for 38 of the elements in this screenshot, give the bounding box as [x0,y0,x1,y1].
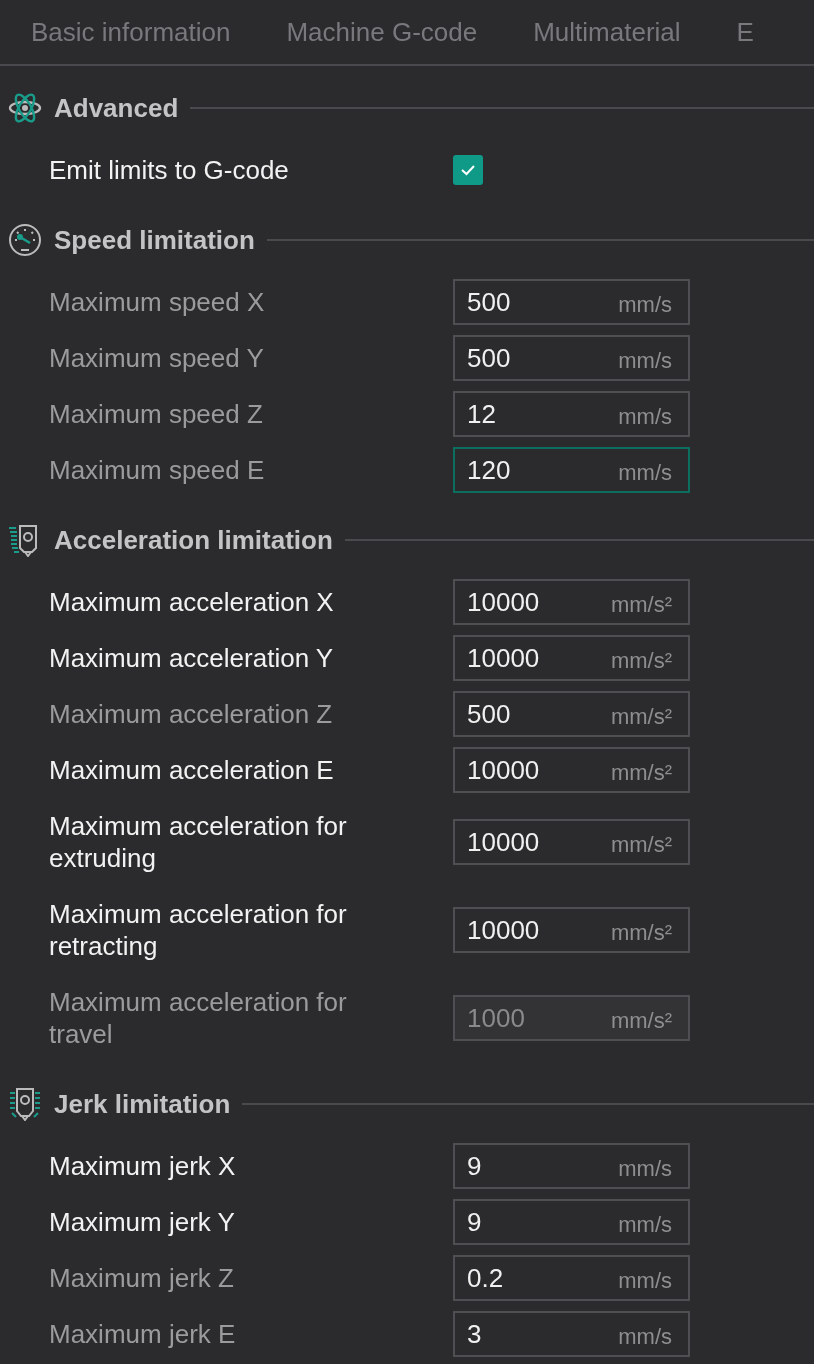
setting-label: Maximum speed X [49,286,266,319]
setting-label: Maximum jerk X [49,1150,237,1183]
setting-label: Maximum acceleration for extruding [49,810,348,875]
section-title: Acceleration limitation [54,524,333,556]
section-title: Speed limitation [54,224,255,256]
setting-label: Maximum acceleration for retracting [49,898,348,963]
setting-label: Maximum speed E [49,454,266,487]
input-field[interactable]: 10000 mm/s² [453,635,690,681]
input-field[interactable]: 10000 mm/s² [453,579,690,625]
setting-label: Maximum jerk Z [49,1262,235,1295]
input-field[interactable]: 12 mm/s [453,391,690,437]
input-field[interactable]: 9 mm/s [453,1199,690,1245]
setting-label: Maximum acceleration X [49,586,335,619]
setting-label: Emit limits to G-code [49,154,290,187]
input-field[interactable]: 500 mm/s² [453,691,690,737]
checkbox[interactable] [453,155,483,185]
section-title: Advanced [54,92,179,124]
setting-label: Maximum acceleration E [49,754,335,787]
setting-label: Maximum acceleration Z [49,698,334,731]
setting-label: Maximum jerk E [49,1318,237,1351]
input-field[interactable]: 9 mm/s [453,1143,690,1189]
input-field[interactable]: 120 mm/s [453,447,690,493]
setting-label: Maximum acceleration Y [49,642,335,675]
setting-label: Maximum acceleration for travel [49,986,348,1051]
input-field[interactable]: 3 mm/s [453,1311,690,1357]
input-field[interactable]: 10000 mm/s² [453,747,690,793]
gauge-icon [8,223,42,257]
setting-label: Maximum jerk Y [49,1206,236,1239]
input-field[interactable]: 500 mm/s [453,335,690,381]
section-title: Jerk limitation [54,1088,231,1120]
input-field[interactable]: 500 mm/s [453,279,690,325]
setting-label: Maximum speed Z [49,398,264,431]
input-field[interactable]: 10000 mm/s² [453,819,690,865]
atom-icon [8,91,42,125]
input-field[interactable]: 0.2 mm/s [453,1255,690,1301]
nozzle-icon [8,1087,42,1121]
setting-label: Maximum speed Y [49,342,265,375]
input-field[interactable]: 10000 mm/s² [453,907,690,953]
